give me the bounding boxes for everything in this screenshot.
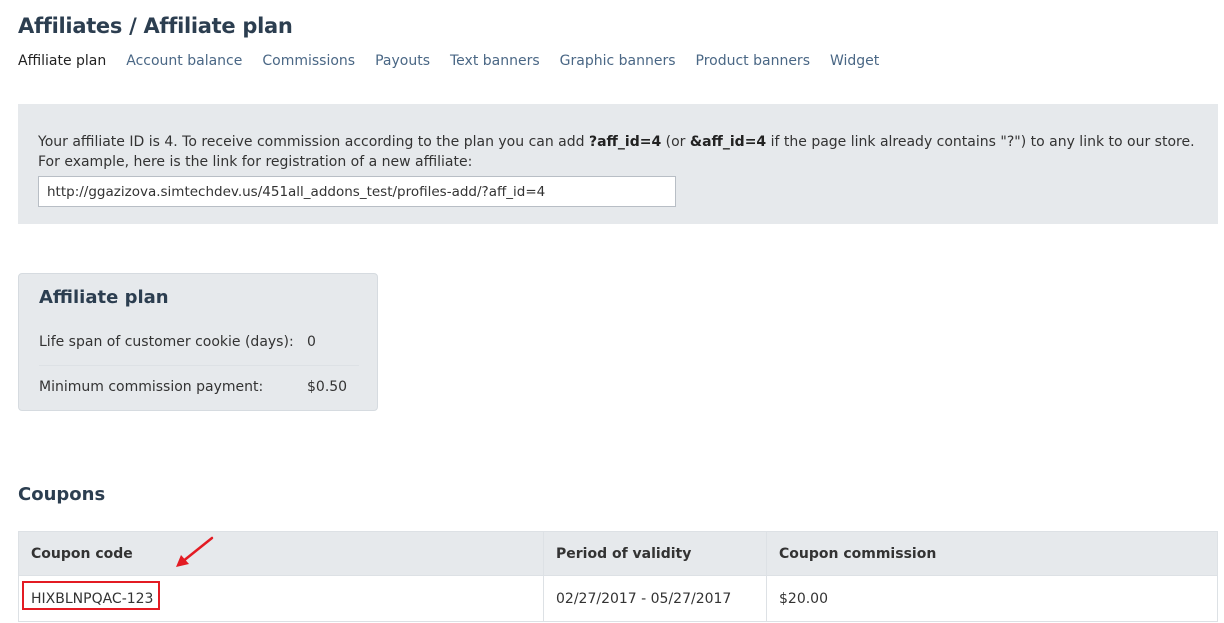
plan-row-label: Minimum commission payment: xyxy=(39,379,264,395)
tab-payouts[interactable]: Payouts xyxy=(375,53,430,69)
coupon-code-highlight xyxy=(22,581,160,610)
tab-text-banners[interactable]: Text banners xyxy=(450,53,540,69)
affiliate-id-notice: Your affiliate ID is 4. To receive commi… xyxy=(18,104,1218,224)
notice-text-part: Your affiliate ID is 4. To receive commi… xyxy=(38,134,589,150)
tab-graphic-banners[interactable]: Graphic banners xyxy=(560,53,676,69)
plan-row-cookie-lifespan: Life span of customer cookie (days): 0 xyxy=(39,321,359,365)
plan-row-value: $0.50 xyxy=(307,379,348,395)
column-header-period: Period of validity xyxy=(543,531,767,576)
table-row: HIXBLNPQAC-123 02/27/2017 - 05/27/2017 $… xyxy=(18,575,1218,622)
notice-text: Your affiliate ID is 4. To receive commi… xyxy=(38,132,1198,172)
page-title: Affiliates / Affiliate plan xyxy=(18,14,293,38)
annotation-arrow-icon xyxy=(176,536,214,567)
affiliate-link-field[interactable] xyxy=(38,176,676,207)
tab-bar: Affiliate plan Account balance Commissio… xyxy=(18,53,899,69)
coupons-heading: Coupons xyxy=(18,484,106,505)
aff-param-alt: &aff_id=4 xyxy=(689,134,767,150)
plan-row-value: 0 xyxy=(307,334,316,350)
tab-account-balance[interactable]: Account balance xyxy=(126,53,242,69)
plan-row-label: Life span of customer cookie (days): xyxy=(39,334,294,350)
notice-text-part: (or xyxy=(661,134,690,150)
tab-product-banners[interactable]: Product banners xyxy=(696,53,810,69)
column-header-commission: Coupon commission xyxy=(766,531,1218,576)
column-header-coupon-code: Coupon code xyxy=(18,531,544,576)
tab-widget[interactable]: Widget xyxy=(830,53,879,69)
plan-title: Affiliate plan xyxy=(39,287,169,308)
tab-affiliate-plan[interactable]: Affiliate plan xyxy=(18,53,106,69)
plan-row-min-commission: Minimum commission payment: $0.50 xyxy=(39,365,359,409)
coupon-period-cell: 02/27/2017 - 05/27/2017 xyxy=(543,575,767,622)
affiliate-plan-panel: Affiliate plan Life span of customer coo… xyxy=(18,273,378,411)
coupon-commission-cell: $20.00 xyxy=(766,575,1218,622)
aff-param: ?aff_id=4 xyxy=(588,134,662,150)
tab-commissions[interactable]: Commissions xyxy=(262,53,355,69)
